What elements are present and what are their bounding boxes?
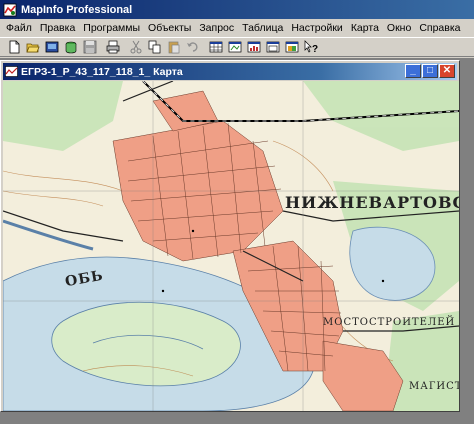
menu-file[interactable]: Файл [2,19,36,37]
map-window: ЕГРЗ-1_P_43_117_118_1_ Карта _ □ ✕ НИЖНЕ… [0,60,460,412]
app-titlebar[interactable]: MapInfo Professional [0,0,474,19]
standard-toolbar: ? [0,37,474,57]
menu-help[interactable]: Справка [415,19,464,37]
open-icon[interactable] [23,38,42,56]
paste-icon[interactable] [164,38,183,56]
open-dbms-icon[interactable] [61,38,80,56]
district-label-mostostroiteley: МОСТОСТРОИТЕЛЕЙ [323,317,456,328]
close-button[interactable]: ✕ [439,64,455,78]
topographic-map [3,81,459,411]
menu-table[interactable]: Таблица [238,19,287,37]
new-grapher-icon[interactable] [244,38,263,56]
new-layout-icon[interactable] [263,38,282,56]
menu-edit[interactable]: Правка [36,19,79,37]
new-mapper-icon[interactable] [225,38,244,56]
print-icon[interactable] [103,38,122,56]
undo-icon[interactable] [183,38,202,56]
map-window-title: ЕГРЗ-1_P_43_117_118_1_ Карта [21,65,183,78]
menu-programs[interactable]: Программы [79,19,144,37]
menu-map[interactable]: Карта [347,19,383,37]
app-window: MapInfo Professional Файл Правка Програм… [0,0,474,424]
menu-window[interactable]: Окно [383,19,415,37]
menu-options[interactable]: Настройки [287,19,347,37]
map-window-titlebar[interactable]: ЕГРЗ-1_P_43_117_118_1_ Карта _ □ ✕ [3,63,457,80]
svg-text:?: ? [312,44,318,54]
minimize-button[interactable]: _ [405,64,421,78]
window-controls: _ □ ✕ [404,64,455,78]
map-window-icon [5,66,18,77]
maximize-button[interactable]: □ [422,64,438,78]
city-label: НИЖНЕВАРТОВСК [285,193,459,212]
new-icon[interactable] [4,38,23,56]
copy-icon[interactable] [145,38,164,56]
menu-objects[interactable]: Объекты [144,19,195,37]
save-icon[interactable] [80,38,99,56]
new-redistrict-icon[interactable] [282,38,301,56]
open-workspace-icon[interactable] [42,38,61,56]
new-browser-icon[interactable] [206,38,225,56]
help-icon[interactable]: ? [301,38,320,56]
menu-query[interactable]: Запрос [195,19,238,37]
menu-bar: Файл Правка Программы Объекты Запрос Таб… [0,19,474,37]
cut-icon[interactable] [126,38,145,56]
map-canvas[interactable]: НИЖНЕВАРТОВСК ОБЬ МОСТОСТРОИТЕЛЕЙ МАГИСТ… [3,81,459,411]
app-title: MapInfo Professional [21,3,133,16]
mapinfo-icon [3,3,17,17]
district-label-magistral: МАГИСТР [409,381,459,392]
